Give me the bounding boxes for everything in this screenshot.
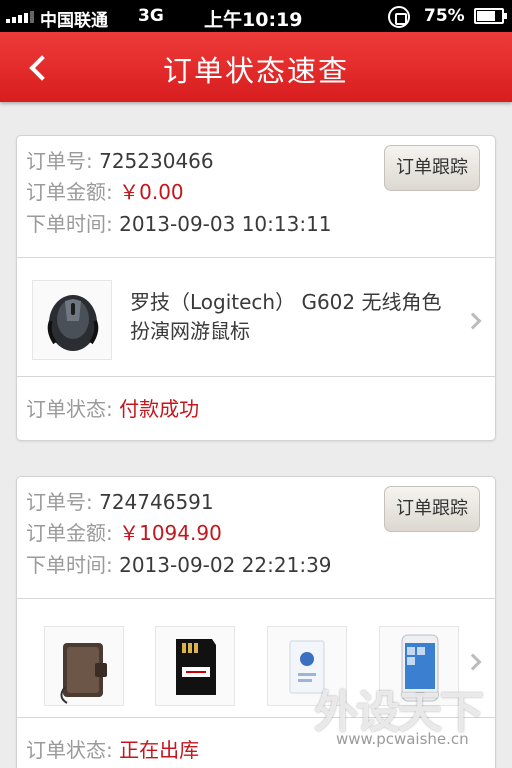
order-amount-value: ￥1094.90	[119, 521, 222, 545]
gaming-mouse-image	[32, 280, 112, 360]
battery-percent: 75%	[424, 6, 465, 26]
phone-case-image	[44, 626, 124, 706]
order-time-row: 下单时间: 2013-09-02 22:21:39	[26, 551, 332, 579]
order-time-value: 2013-09-02 22:21:39	[119, 553, 332, 577]
order-time-row: 下单时间: 2013-09-03 10:13:11	[26, 210, 332, 238]
order-amount-label: 订单金额:	[26, 180, 113, 204]
nav-bar: 订单状态速查	[0, 32, 512, 102]
chevron-right-icon	[464, 653, 482, 671]
chevron-right-icon	[464, 312, 482, 330]
order-time-label: 下单时间:	[26, 212, 113, 236]
order-number-value: 725230466	[99, 149, 214, 173]
order-status-value: 付款成功	[119, 397, 200, 421]
order-number-value: 724746591	[99, 490, 214, 514]
order-status-value: 正在出库	[119, 738, 200, 762]
signal-strength-icon	[6, 11, 34, 23]
order-time-value: 2013-09-03 10:13:11	[119, 212, 332, 236]
watermark: 外设天下 www.pcwaishe.cn	[314, 676, 504, 766]
battery-icon	[474, 8, 507, 24]
watermark-url: www.pcwaishe.cn	[336, 730, 469, 748]
track-order-button[interactable]: 订单跟踪	[384, 145, 480, 191]
order-amount-value: ￥0.00	[119, 180, 184, 204]
page-title: 订单状态速查	[162, 54, 349, 88]
order-status-label: 订单状态:	[26, 397, 113, 421]
order-status-row: 订单状态: 正在出库	[26, 736, 199, 764]
status-bar: 中国联通 3G 上午10:19 75%	[0, 0, 512, 32]
order-number-label: 订单号:	[26, 490, 93, 514]
track-order-button[interactable]: 订单跟踪	[384, 486, 480, 532]
order-card: 订单号: 725230466 订单金额: ￥0.00 下单时间: 2013-09…	[16, 135, 496, 441]
sd-card-image	[155, 626, 235, 706]
divider	[17, 376, 495, 377]
order-amount-label: 订单金额:	[26, 521, 113, 545]
order-status-label: 订单状态:	[26, 738, 113, 762]
order-amount-row: 订单金额: ￥0.00	[26, 178, 184, 206]
order-amount-row: 订单金额: ￥1094.90	[26, 519, 222, 547]
order-time-label: 下单时间:	[26, 553, 113, 577]
carrier-name: 中国联通	[40, 11, 108, 31]
order-number-row: 订单号: 725230466	[26, 147, 214, 175]
product-name: 罗技（Logitech） G602 无线角色扮演网游鼠标	[130, 290, 442, 343]
rotation-lock-icon	[388, 6, 410, 28]
clock: 上午10:19	[204, 9, 303, 31]
order-status-row: 订单状态: 付款成功	[26, 395, 199, 423]
order-number-row: 订单号: 724746591	[26, 488, 214, 516]
order-number-label: 订单号:	[26, 149, 93, 173]
network-type: 3G	[138, 6, 164, 26]
product-row[interactable]: 罗技（Logitech） G602 无线角色扮演网游鼠标	[17, 258, 495, 376]
